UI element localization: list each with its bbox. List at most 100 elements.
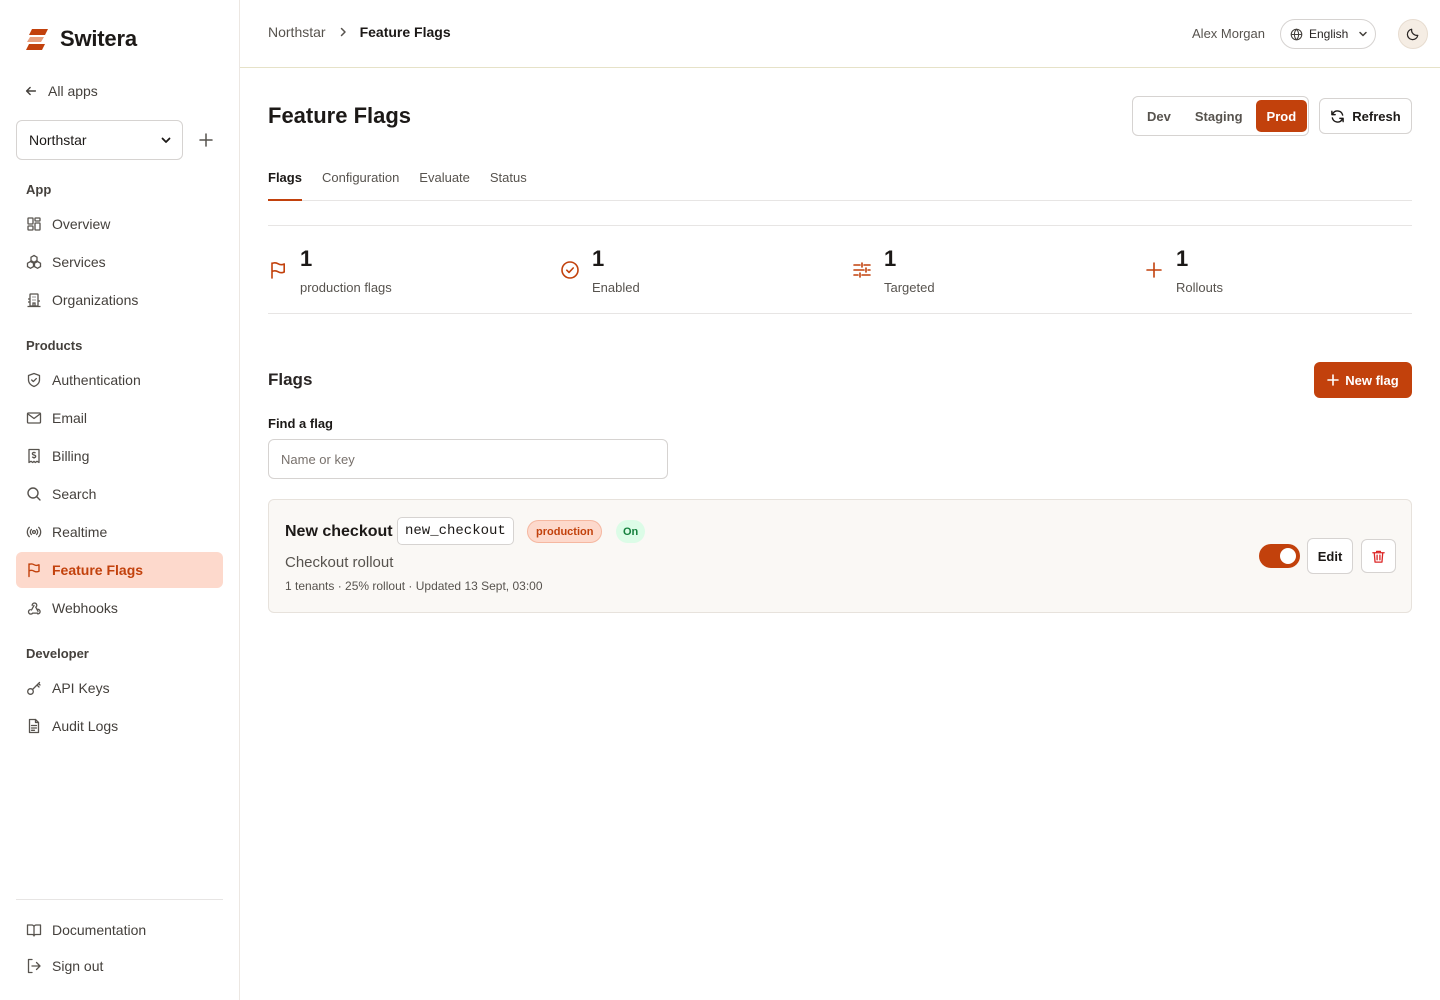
- status-badge: On: [616, 520, 646, 543]
- moon-icon: [1406, 28, 1419, 41]
- all-apps-link[interactable]: All apps: [24, 81, 98, 101]
- sidebar-item-sign-out[interactable]: Sign out: [16, 948, 223, 984]
- sidebar-item-label: Audit Logs: [52, 718, 119, 734]
- sliders-icon: [853, 262, 871, 278]
- building-icon: [27, 293, 41, 308]
- sidebar-item-services[interactable]: Services: [16, 244, 223, 280]
- delete-flag-button[interactable]: [1361, 539, 1396, 573]
- new-flag-button[interactable]: New flag: [1314, 362, 1412, 398]
- flag-enabled-toggle[interactable]: [1259, 544, 1300, 568]
- flag-icon: [28, 563, 40, 578]
- all-apps-label: All apps: [48, 83, 98, 99]
- flags-section-heading: Flags: [268, 370, 313, 389]
- tab-bar: Flags Configuration Evaluate Status: [268, 166, 1412, 201]
- boxes-icon: [26, 254, 42, 270]
- search-icon: [27, 487, 41, 501]
- edit-flag-button[interactable]: Edit: [1307, 538, 1353, 574]
- sidebar-item-audit-logs[interactable]: Audit Logs: [16, 708, 223, 744]
- globe-icon: [1290, 27, 1303, 41]
- app-select[interactable]: Northstar: [16, 120, 183, 160]
- mail-icon: [26, 412, 42, 424]
- tab-evaluate[interactable]: Evaluate: [419, 166, 470, 201]
- plus-icon: [1327, 374, 1340, 386]
- sidebar: Switera All apps Northstar App Overview …: [0, 0, 240, 1000]
- sidebar-item-label: Overview: [52, 216, 111, 232]
- receipt-icon: [28, 448, 40, 464]
- shield-check-icon: [27, 372, 41, 388]
- refresh-label: Refresh: [1352, 108, 1401, 124]
- environment-badge: production: [527, 520, 603, 543]
- sidebar-item-documentation[interactable]: Documentation: [16, 912, 223, 948]
- radio-signal-icon: [26, 526, 42, 538]
- sidebar-item-label: Services: [52, 254, 106, 270]
- user-name[interactable]: Alex Morgan: [1192, 26, 1265, 41]
- brand-name: Switera: [60, 26, 137, 51]
- section-label-developer: Developer: [26, 646, 89, 661]
- topbar: Northstar Feature Flags Alex Morgan Engl…: [240, 0, 1440, 68]
- chevron-down-icon: [1359, 31, 1368, 37]
- log-out-icon: [27, 958, 41, 974]
- flag-icon: [271, 262, 285, 279]
- sidebar-item-label: Email: [52, 410, 88, 426]
- sidebar-item-authentication[interactable]: Authentication: [16, 362, 223, 398]
- sidebar-item-organizations[interactable]: Organizations: [16, 282, 223, 318]
- new-flag-label: New flag: [1345, 372, 1399, 388]
- flag-card: New checkout new_checkout production On …: [268, 499, 1412, 613]
- sidebar-item-realtime[interactable]: Realtime: [16, 514, 223, 550]
- trash-icon: [1372, 550, 1385, 563]
- stat-label: Enabled: [592, 280, 640, 295]
- plus-icon: [1146, 262, 1162, 278]
- tab-configuration[interactable]: Configuration: [322, 166, 399, 201]
- sidebar-item-label: Billing: [52, 448, 90, 464]
- section-label-app: App: [26, 182, 52, 197]
- sidebar-item-billing[interactable]: Billing: [16, 438, 223, 474]
- section-label-products: Products: [26, 338, 83, 353]
- chevron-right-icon: [340, 27, 346, 37]
- plus-icon: [199, 133, 213, 147]
- sidebar-item-search[interactable]: Search: [16, 476, 223, 512]
- check-circle-icon: [561, 261, 579, 279]
- add-app-button[interactable]: [196, 130, 216, 150]
- env-dev-button[interactable]: Dev: [1136, 100, 1182, 132]
- key-icon: [27, 681, 41, 695]
- stat-value: 1: [884, 246, 897, 271]
- env-staging-button[interactable]: Staging: [1184, 100, 1254, 132]
- sidebar-item-label: Search: [52, 486, 97, 502]
- grid-icon: [27, 217, 41, 231]
- flag-name[interactable]: New checkout: [285, 523, 393, 541]
- webhook-icon: [27, 602, 41, 615]
- stat-value: 1: [1176, 246, 1189, 271]
- app-select-value: Northstar: [29, 132, 87, 148]
- brand[interactable]: Switera: [24, 26, 137, 52]
- environment-switcher: Dev Staging Prod: [1132, 96, 1309, 136]
- sidebar-item-api-keys[interactable]: API Keys: [16, 670, 223, 706]
- theme-toggle-button[interactable]: [1398, 19, 1428, 49]
- find-flag-input[interactable]: [268, 439, 668, 479]
- tab-status[interactable]: Status: [490, 166, 527, 201]
- sidebar-item-feature-flags[interactable]: Feature Flags: [16, 552, 223, 588]
- stat-label: Rollouts: [1176, 280, 1223, 295]
- file-text-icon: [28, 718, 40, 734]
- sidebar-item-label: Authentication: [52, 372, 141, 388]
- language-select[interactable]: English: [1280, 19, 1376, 49]
- sidebar-item-label: Feature Flags: [52, 562, 144, 578]
- sidebar-item-webhooks[interactable]: Webhooks: [16, 590, 223, 626]
- arrow-left-icon: [25, 86, 37, 96]
- stat-label: Targeted: [884, 280, 935, 295]
- env-prod-button[interactable]: Prod: [1255, 100, 1308, 132]
- toggle-knob: [1280, 548, 1296, 564]
- sidebar-item-label: Realtime: [52, 524, 108, 540]
- find-flag-label: Find a flag: [268, 416, 333, 431]
- sidebar-item-email[interactable]: Email: [16, 400, 223, 436]
- tab-flags[interactable]: Flags: [268, 166, 302, 201]
- breadcrumb-current: Feature Flags: [359, 24, 451, 40]
- flag-description: Checkout rollout: [285, 554, 394, 571]
- page-title: Feature Flags: [268, 103, 412, 128]
- chevron-down-icon: [161, 137, 171, 143]
- breadcrumb-app-link[interactable]: Northstar: [268, 24, 326, 40]
- brand-logo-icon: [26, 29, 48, 50]
- refresh-button[interactable]: Refresh: [1319, 98, 1412, 134]
- stat-value: 1: [592, 246, 605, 271]
- sidebar-item-label: Webhooks: [52, 600, 118, 616]
- sidebar-item-overview[interactable]: Overview: [16, 206, 223, 242]
